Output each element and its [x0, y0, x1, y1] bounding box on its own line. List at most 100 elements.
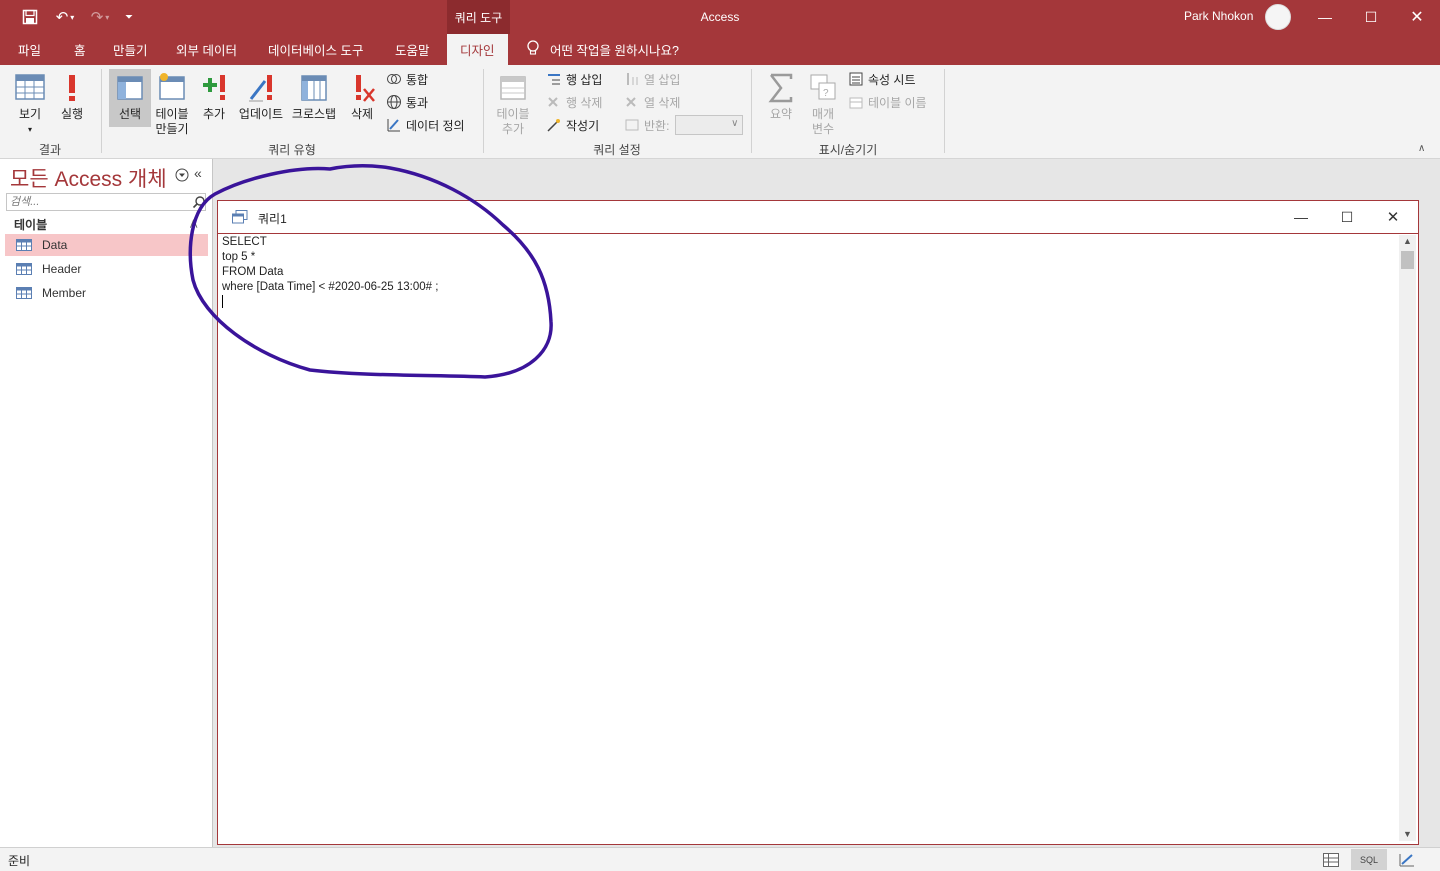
builder-wand-icon [547, 119, 560, 132]
builder-label: 작성기 [566, 118, 600, 133]
return-select[interactable]: ∨ [675, 115, 744, 135]
nav-section-tables[interactable]: 테이블 [14, 216, 47, 233]
tell-me-label: 어떤 작업을 원하시나요? [550, 44, 679, 58]
insert-rows-button[interactable]: 행 삽입 [546, 69, 602, 89]
table-names-label: 테이블 이름 [868, 95, 927, 110]
insert-rows-label: 행 삽입 [566, 72, 603, 87]
union-icon [387, 74, 401, 84]
delete-rows-label: 행 삭제 [566, 95, 603, 110]
delete-query-button[interactable]: 삭제 [346, 71, 378, 122]
data-definition-icon [387, 119, 400, 132]
select-query-button[interactable]: 선택 [111, 71, 149, 122]
pass-through-button[interactable]: 통과 [386, 92, 428, 112]
vertical-scrollbar[interactable]: ▲ ▼ [1399, 235, 1416, 841]
user-name[interactable]: Park Nhokon [1184, 9, 1253, 23]
globe-icon [387, 95, 401, 109]
show-table-icon [500, 76, 526, 100]
title-bar: ↶ ▾ ↷ ▾ ⏷ 쿼리 도구 Access Park Nhokon — ☐ ✕ [0, 0, 1440, 34]
insert-columns-icon [627, 73, 638, 85]
update-button[interactable]: 업데이트 [236, 71, 286, 122]
save-icon[interactable] [20, 7, 40, 27]
nav-item-header[interactable]: Header [5, 258, 208, 280]
tab-external-data[interactable]: 외부 데이터 [176, 34, 237, 65]
make-table-button[interactable]: 테이블 만들기 [153, 71, 191, 137]
query-minimize-icon[interactable]: — [1278, 201, 1324, 233]
tab-design[interactable]: 디자인 [447, 34, 508, 65]
crosstab-icon [301, 75, 327, 101]
show-table-label-2: 추가 [501, 122, 525, 136]
scroll-thumb[interactable] [1401, 251, 1414, 269]
insert-columns-button[interactable]: 열 삽입 [624, 69, 680, 89]
delete-columns-icon [626, 97, 636, 107]
tell-me-search[interactable]: 어떤 작업을 원하시나요? [526, 34, 679, 65]
annotation-circle [188, 164, 553, 379]
group-divider [944, 69, 945, 153]
delete-rows-icon [548, 97, 558, 107]
maximize-icon[interactable]: ☐ [1348, 0, 1394, 34]
query-maximize-icon[interactable]: ☐ [1324, 201, 1370, 233]
view-button[interactable]: 보기 ▾ [12, 71, 48, 137]
nav-item-data[interactable]: Data [5, 234, 208, 256]
show-table-button[interactable]: 테이블 추가 [492, 71, 534, 137]
navigation-pane: 모든 Access 개체 « 검색... 테이블 ⋀ Data Header M… [0, 159, 213, 847]
tab-file[interactable]: 파일 [18, 34, 41, 65]
append-icon [203, 75, 225, 100]
chevron-down-icon: ∨ [731, 118, 739, 129]
table-names-button[interactable]: 테이블 이름 [848, 92, 927, 112]
undo-icon[interactable]: ↶ ▾ [52, 7, 78, 27]
crosstab-button[interactable]: 크로스탭 [290, 71, 338, 122]
delete-columns-button[interactable]: 열 삭제 [624, 92, 680, 112]
design-view-icon[interactable] [1389, 849, 1425, 870]
nav-pane-title[interactable]: 모든 Access 개체 [10, 163, 167, 193]
totals-button[interactable]: 요약 [764, 71, 798, 122]
collapse-ribbon-icon[interactable]: ∧ [1418, 143, 1425, 154]
app-title: Access [700, 10, 740, 24]
sql-view-button[interactable]: SQL [1351, 849, 1387, 870]
redo-icon[interactable]: ↷ ▾ [87, 7, 113, 27]
query-setup-group-label: 쿼리 설정 [593, 143, 641, 157]
close-icon[interactable]: ✕ [1394, 0, 1440, 34]
tab-help[interactable]: 도움말 [395, 34, 430, 65]
ribbon: 보기 ▾ 실행 결과 선택 테이블 만들기 추가 업데이트 크로스탭 삭제 통합… [0, 65, 1440, 159]
parameters-label-2: 변수 [811, 122, 835, 136]
table-icon [16, 287, 32, 299]
scroll-down-icon[interactable]: ▼ [1403, 829, 1412, 839]
nav-item-label: Data [42, 238, 68, 252]
query-type-group-label: 쿼리 유형 [268, 143, 316, 157]
sql-view-label: SQL [1359, 854, 1378, 865]
tab-home[interactable]: 홈 [74, 34, 86, 65]
customize-quick-access-icon[interactable]: ⏷ [119, 7, 139, 27]
property-sheet-button[interactable]: 속성 시트 [848, 69, 916, 89]
view-label: 보기 [18, 107, 42, 121]
data-definition-button[interactable]: 데이터 정의 [386, 115, 465, 135]
table-names-icon [849, 97, 863, 109]
delete-columns-label: 열 삭제 [644, 95, 681, 110]
select-query-icon [117, 76, 143, 100]
builder-button[interactable]: 작성기 [546, 115, 599, 135]
status-text: 준비 [8, 854, 31, 868]
tab-create[interactable]: 만들기 [113, 34, 148, 65]
scroll-up-icon[interactable]: ▲ [1403, 236, 1412, 246]
delete-label: 삭제 [350, 107, 374, 121]
update-icon [249, 75, 272, 102]
run-button[interactable]: 실행 [56, 71, 88, 122]
query-close-icon[interactable]: ✕ [1370, 201, 1416, 233]
append-button[interactable]: 추가 [198, 71, 230, 122]
nav-item-label: Member [42, 286, 87, 300]
nav-item-member[interactable]: Member [5, 282, 208, 304]
return-label: 반환: [644, 118, 670, 133]
append-label: 추가 [202, 107, 226, 121]
data-definition-label: 데이터 정의 [406, 118, 465, 133]
delete-rows-button[interactable]: 행 삭제 [546, 92, 602, 112]
minimize-icon[interactable]: — [1302, 0, 1348, 34]
datasheet-view-icon[interactable] [1313, 849, 1349, 870]
avatar[interactable] [1265, 4, 1291, 30]
tab-database-tools[interactable]: 데이터베이스 도구 [268, 34, 363, 65]
make-table-label-1: 테이블 [155, 107, 189, 121]
table-icon [16, 239, 32, 251]
union-button[interactable]: 통합 [386, 69, 428, 89]
parameters-icon: ? [810, 74, 836, 100]
crosstab-label: 크로스탭 [291, 107, 337, 121]
parameters-button[interactable]: ? 매개 변수 [806, 71, 840, 137]
nav-search-input[interactable]: 검색... [6, 193, 206, 211]
